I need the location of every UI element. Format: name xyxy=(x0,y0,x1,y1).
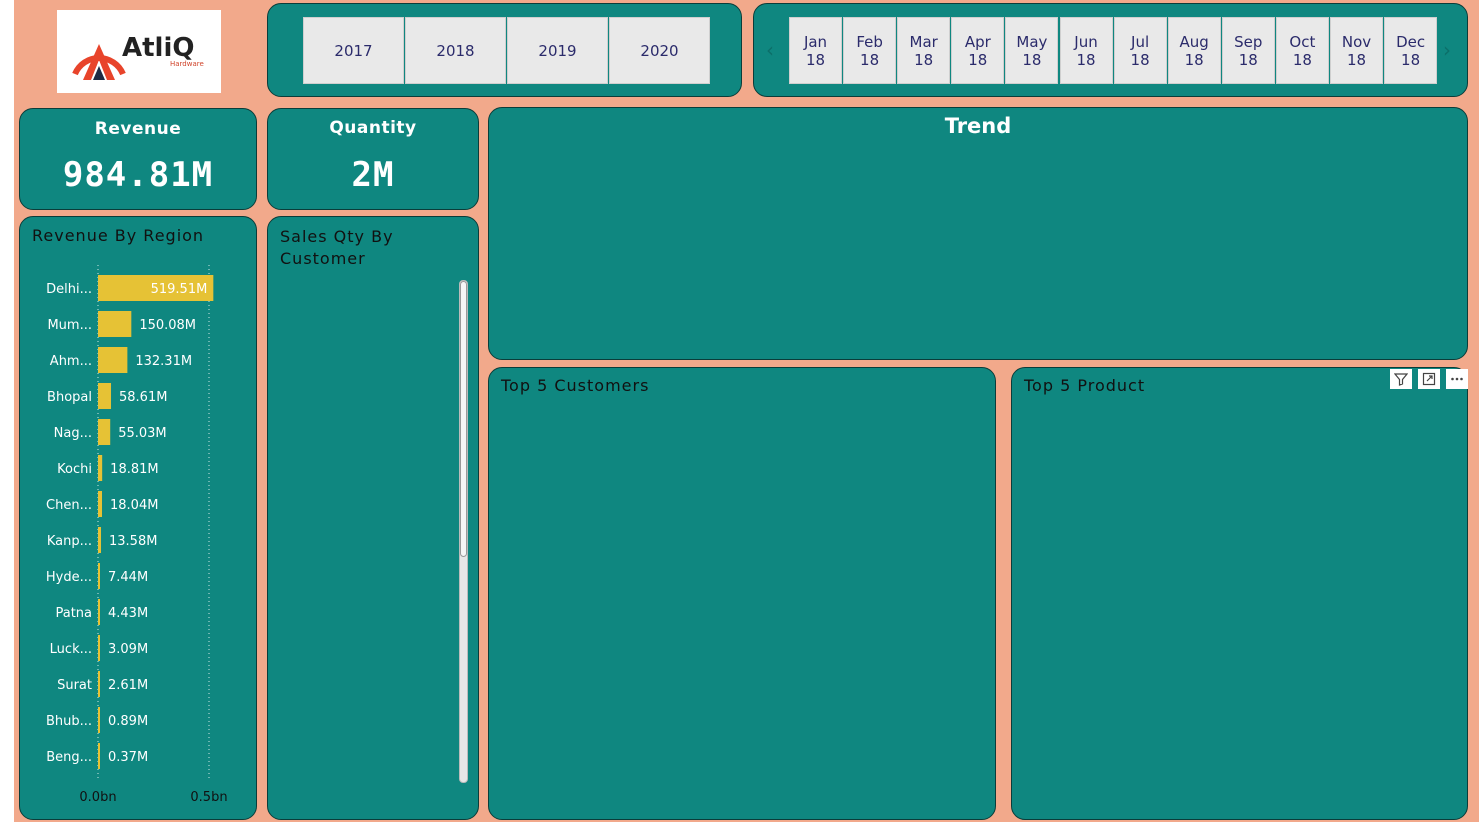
scrollbar-thumb[interactable] xyxy=(460,281,467,557)
region-category-label: Kanp... xyxy=(47,534,92,549)
region-bar xyxy=(98,743,100,769)
top-customers-title: Top 5 Customers xyxy=(501,376,650,395)
region-category-label: Surat xyxy=(57,678,92,693)
region-bar xyxy=(98,419,111,445)
filter-icon[interactable] xyxy=(1390,369,1412,389)
sales-qty-by-customer-card: Sales Qty By Customer xyxy=(267,216,479,820)
region-data-label: 150.08M xyxy=(139,318,196,333)
region-category-label: Bhopal xyxy=(47,390,92,405)
region-data-label: 58.61M xyxy=(119,390,167,405)
region-data-label: 3.09M xyxy=(108,642,148,657)
region-data-label: 4.43M xyxy=(108,606,148,621)
region-category-label: Patna xyxy=(55,606,92,621)
top-customers-card: Top 5 Customers xyxy=(488,367,996,820)
region-category-label: Bhub... xyxy=(46,714,92,729)
region-bar xyxy=(98,491,103,517)
region-data-label: 0.37M xyxy=(108,750,148,765)
top-products-card: Top 5 Product xyxy=(1011,367,1468,820)
region-data-label: 7.44M xyxy=(108,570,148,585)
region-bar xyxy=(98,563,100,589)
region-bar xyxy=(98,455,103,481)
region-data-label: 132.31M xyxy=(135,354,192,369)
region-category-label: Hyde... xyxy=(46,570,92,585)
region-category-label: Kochi xyxy=(57,462,92,477)
region-bar xyxy=(98,383,112,409)
region-bar xyxy=(98,527,102,553)
region-category-label: Chen... xyxy=(46,498,92,513)
region-data-label: 18.04M xyxy=(110,498,158,513)
region-category-label: Luck... xyxy=(50,642,92,657)
region-x-tick: 0.5bn xyxy=(190,790,227,805)
sales-qty-by-customer-title: Sales Qty By Customer xyxy=(280,227,394,268)
region-data-label: 18.81M xyxy=(110,462,158,477)
region-bar xyxy=(98,635,100,661)
focus-mode-icon[interactable] xyxy=(1418,369,1440,389)
region-bar xyxy=(98,347,128,373)
region-category-label: Beng... xyxy=(46,750,92,765)
region-bar xyxy=(98,599,100,625)
region-category-label: Mum... xyxy=(47,318,92,333)
region-category-label: Ahm... xyxy=(50,354,92,369)
region-bar xyxy=(98,671,100,697)
region-data-label: 13.58M xyxy=(109,534,157,549)
region-data-label: 55.03M xyxy=(118,426,166,441)
region-bar xyxy=(98,311,132,337)
region-data-label: 0.89M xyxy=(108,714,148,729)
region-data-label: 519.51M xyxy=(151,282,208,297)
customer-list-scrollbar[interactable] xyxy=(459,280,468,783)
region-category-label: Nag... xyxy=(54,426,92,441)
region-x-tick: 0.0bn xyxy=(79,790,116,805)
region-data-label: 2.61M xyxy=(108,678,148,693)
more-options-icon[interactable] xyxy=(1446,369,1468,389)
region-bar xyxy=(98,707,100,733)
trend-title: Trend xyxy=(944,114,1012,138)
trend-card: Trend xyxy=(488,107,1468,360)
region-category-label: Delhi... xyxy=(46,282,92,297)
top-products-title: Top 5 Product xyxy=(1024,376,1146,395)
